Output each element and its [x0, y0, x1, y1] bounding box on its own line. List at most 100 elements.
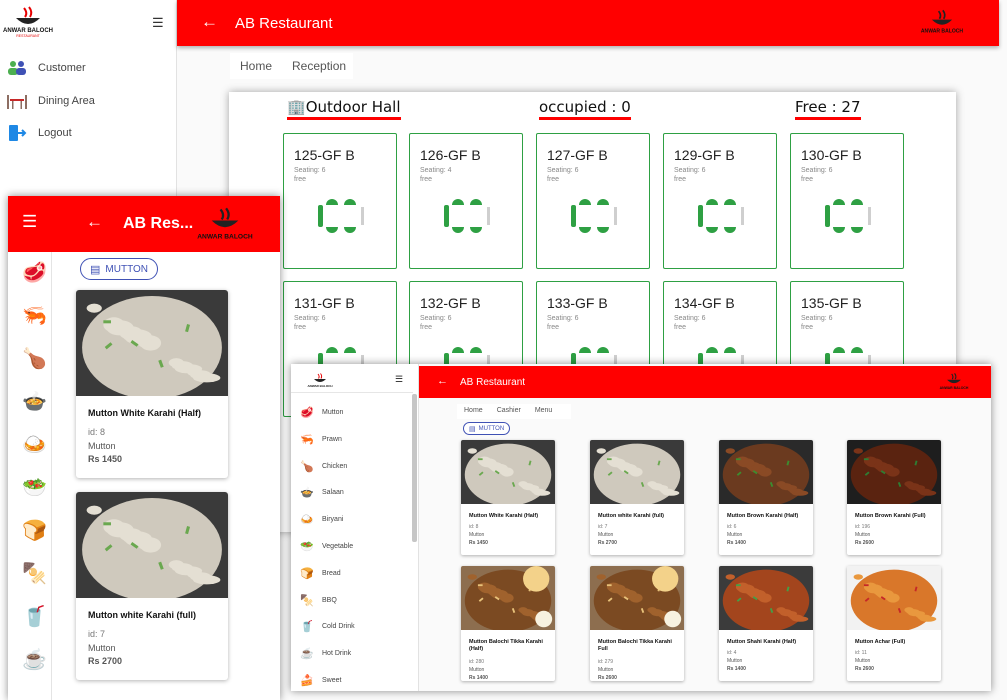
product-id: id: 7 [88, 629, 106, 639]
product-id: id: 7 [598, 524, 608, 530]
category-chip[interactable]: ▤ MUTTON [80, 258, 158, 280]
sidebar-item-vegetable[interactable]: 🥗 Vegetable [299, 540, 353, 553]
tab-reception[interactable]: Reception [282, 53, 356, 79]
tab-bar: Home Reception [230, 53, 353, 79]
table-name: 126-GF B [420, 147, 481, 163]
tab-home[interactable]: Home [230, 53, 282, 79]
product-category: Mutton [469, 667, 485, 673]
menu-collapse-icon[interactable]: ☰ [152, 15, 164, 31]
sidebar-item-mutton[interactable]: 🥩 Mutton [299, 406, 343, 419]
table-name: 134-GF B [674, 295, 735, 311]
table-name: 133-GF B [547, 295, 608, 311]
table-card[interactable]: 127-GF B Seating: 6 free [536, 133, 650, 269]
brand-logo: ANWAR BALOCH [307, 370, 333, 392]
table-card[interactable]: 126-GF B Seating: 4 free [409, 133, 523, 269]
sweet-icon: 🍰 [300, 675, 314, 687]
app-title: AB Restaurant [235, 15, 333, 32]
table-icon [318, 199, 364, 233]
table-card[interactable]: 130-GF B Seating: 6 free [790, 133, 904, 269]
table-info: Seating: 6 free [801, 167, 833, 183]
product-card[interactable]: Mutton Shahi Karahi (Half) id: 4 Mutton … [719, 566, 813, 681]
product-card[interactable]: Mutton Brown Karahi (Half) id: 6 Mutton … [719, 440, 813, 555]
product-price: Rs 1400 [727, 540, 746, 546]
product-card[interactable]: Mutton white Karahi (full) id: 7 Mutton … [76, 492, 228, 680]
back-arrow-icon[interactable]: ← [437, 375, 448, 387]
product-category: Mutton [598, 532, 614, 538]
scrollbar[interactable] [412, 394, 417, 542]
tab-menu[interactable]: Menu [528, 404, 560, 419]
table-name: 125-GF B [294, 147, 355, 163]
sidebar-item-cold-drink[interactable]: 🥤 Cold Drink [299, 620, 355, 633]
table-info: Seating: 6 free [420, 315, 452, 331]
vegetable-icon: 🥗 [300, 541, 314, 553]
sidebar-item-sweet[interactable]: 🍰 Sweet [299, 674, 341, 687]
sidebar-item-salaan[interactable]: 🍲 Salaan [299, 486, 344, 499]
table-name: 135-GF B [801, 295, 862, 311]
book-icon: ▤ [469, 425, 476, 433]
product-price: Rs 2600 [855, 666, 874, 672]
product-card[interactable]: Mutton Balochi Tikka Karahi (Half) id: 2… [461, 566, 555, 681]
table-info: Seating: 6 free [547, 167, 579, 183]
back-arrow-icon[interactable]: ← [201, 12, 218, 32]
chicken-icon[interactable]: 🍗 [22, 346, 47, 371]
product-card[interactable]: Mutton Achar (Full) id: 11 Mutton Rs 260… [847, 566, 941, 681]
table-info: Seating: 6 free [294, 167, 326, 183]
sidebar-item-prawn[interactable]: 🦐 Prawn [299, 433, 342, 446]
product-category: Mutton [855, 658, 871, 664]
mobile-window: ☰ ← AB Res... ANWAR BALOCH 🥩 🦐 🍗 🍲 🍛 🥗 🍞 🍢 🥤 ☕ ▤ … [8, 196, 280, 700]
product-card[interactable]: Mutton white Karahi (full) id: 7 Mutton … [590, 440, 684, 555]
sidebar-item-hot-drink[interactable]: ☕ Hot Drink [299, 647, 351, 660]
biryani-icon[interactable]: 🍛 [22, 432, 47, 457]
occupied-count: occupied : 0 [539, 98, 631, 120]
product-card[interactable]: Mutton Balochi Tikka Karahi Full id: 279… [590, 566, 684, 681]
bbq-icon: 🍢 [300, 594, 314, 607]
product-name: Mutton white Karahi (full) [88, 610, 196, 620]
sidebar-item-dining-area[interactable]: Dining Area [6, 91, 95, 111]
hot-drink-icon[interactable]: ☕ [22, 647, 47, 672]
sidebar-item-customer[interactable]: Customer [6, 58, 86, 78]
table-name: 132-GF B [420, 295, 481, 311]
hamburger-menu-icon[interactable]: ☰ [22, 212, 37, 232]
menu-collapse-icon[interactable]: ☰ [395, 374, 403, 385]
table-card[interactable]: 129-GF B Seating: 6 free [663, 133, 777, 269]
category-rail: 🥩 🦐 🍗 🍲 🍛 🥗 🍞 🍢 🥤 ☕ [8, 252, 52, 700]
tab-home[interactable]: Home [457, 404, 490, 419]
product-card[interactable]: Mutton White Karahi (Half) id: 8 Mutton … [76, 290, 228, 478]
meat-icon[interactable]: 🥩 [22, 260, 47, 285]
cold-drink-icon[interactable]: 🥤 [22, 604, 47, 629]
table-name: 131-GF B [294, 295, 355, 311]
product-card[interactable]: Mutton Brown Karahi (Full) id: 196 Mutto… [847, 440, 941, 555]
vegetable-icon[interactable]: 🥗 [22, 475, 47, 500]
table-name: 129-GF B [674, 147, 735, 163]
product-price: Rs 1450 [469, 540, 488, 546]
product-id: id: 280 [469, 659, 485, 665]
customers-icon [6, 58, 28, 78]
svg-text:ANWAR BALOCH: ANWAR BALOCH [921, 28, 964, 34]
tab-bar: Home Cashier Menu [457, 404, 571, 419]
product-price: Rs 2600 [598, 675, 617, 681]
back-arrow-icon[interactable]: ← [86, 212, 103, 232]
sidebar-item-bread[interactable]: 🍞 Bread [299, 567, 341, 580]
brand-logo: ANWAR BALOCH [196, 205, 254, 245]
bbq-icon[interactable]: 🍢 [22, 561, 47, 586]
bread-icon[interactable]: 🍞 [22, 518, 47, 543]
sidebar: ANWAR BALOCH ☰ 🥩 Mutton 🦐 Prawn 🍗 Chicken 🍲 Sal… [291, 364, 419, 691]
sidebar-item-logout[interactable]: Logout [6, 123, 72, 143]
mutton-icon: 🥩 [300, 407, 314, 419]
category-chip[interactable]: ▤ MUTTON [463, 422, 511, 435]
salaan-icon[interactable]: 🍲 [22, 389, 47, 414]
tab-cashier[interactable]: Cashier [490, 404, 528, 419]
product-name: Mutton Achar (Full) [855, 639, 906, 645]
app-header: ← AB Restaurant ANWAR BALOCH [419, 366, 991, 398]
prawn-icon[interactable]: 🦐 [22, 303, 47, 328]
hot-drink-icon: ☕ [300, 648, 314, 661]
brand-logo: ANWAR BALOCH RESTAURANT [2, 4, 54, 40]
sidebar-item-label: Prawn [322, 435, 342, 443]
product-name: Mutton Balochi Tikka Karahi Full [598, 639, 672, 652]
table-info: Seating: 6 free [674, 315, 706, 331]
table-card[interactable]: 125-GF B Seating: 6 free [283, 133, 397, 269]
sidebar-item-bbq[interactable]: 🍢 BBQ [299, 594, 337, 607]
sidebar-item-chicken[interactable]: 🍗 Chicken [299, 460, 347, 473]
product-card[interactable]: Mutton White Karahi (Half) id: 8 Mutton … [461, 440, 555, 555]
sidebar-item-biryani[interactable]: 🍛 Biryani [299, 513, 343, 526]
